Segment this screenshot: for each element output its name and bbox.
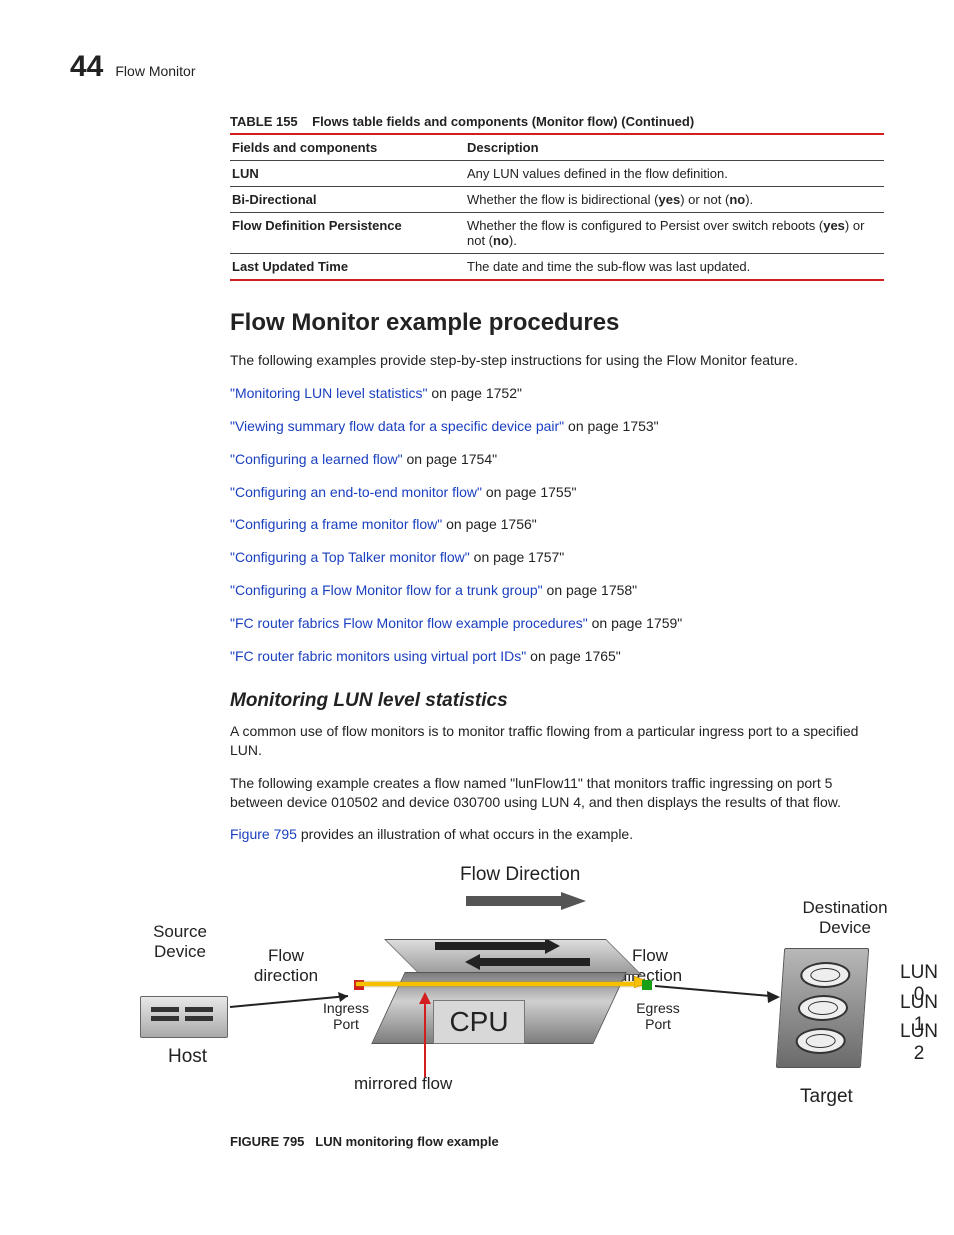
arrow-right-icon: [466, 892, 586, 910]
link-line: "FC router fabrics Flow Monitor flow exa…: [230, 614, 884, 633]
label-mirrored-flow: mirrored flow: [354, 1074, 452, 1094]
destination-device-icon: [776, 948, 869, 1068]
table-caption-label: TABLE 155: [230, 114, 298, 129]
field-persistence: Flow Definition Persistence: [230, 213, 465, 254]
table-header-row: Fields and components Description: [230, 134, 884, 161]
col-fields: Fields and components: [230, 134, 465, 161]
label-ingress-port: IngressPort: [316, 1000, 376, 1032]
desc-persistence: Whether the flow is configured to Persis…: [465, 213, 884, 254]
flow-line-icon: [356, 982, 646, 986]
col-description: Description: [465, 134, 884, 161]
table-row: Bi-Directional Whether the flow is bidir…: [230, 187, 884, 213]
link-line: "Configuring a frame monitor flow" on pa…: [230, 515, 884, 534]
link-suffix: on page 1759": [588, 615, 683, 631]
field-lun: LUN: [230, 161, 465, 187]
arrow-switch-to-dest-icon: [655, 982, 780, 1012]
procedures-intro: The following examples provide step-by-s…: [230, 351, 884, 370]
disk-icon: [797, 995, 849, 1021]
table-row: Flow Definition Persistence Whether the …: [230, 213, 884, 254]
disk-icon: [799, 963, 851, 989]
link-line: "Viewing summary flow data for a specifi…: [230, 417, 884, 436]
bold-yes: yes: [823, 218, 845, 233]
text: ).: [509, 233, 517, 248]
text: IngressPort: [323, 1000, 369, 1032]
text: Whether the flow is bidirectional (: [467, 192, 658, 207]
table-caption-text: Flows table fields and components (Monit…: [312, 114, 694, 129]
link-suffix: on page 1758": [543, 582, 638, 598]
egress-port-icon: [642, 980, 652, 990]
bold-no: no: [729, 192, 745, 207]
flows-table: Fields and components Description LUN An…: [230, 133, 884, 281]
xref-link[interactable]: "Configuring a frame monitor flow": [230, 516, 442, 532]
label-flow-direction-top: Flow Direction: [460, 864, 580, 886]
link-line: "Configuring a Top Talker monitor flow" …: [230, 548, 884, 567]
bold-yes: yes: [658, 192, 680, 207]
xref-link[interactable]: "Configuring a Top Talker monitor flow": [230, 549, 470, 565]
text: Whether the flow is configured to Persis…: [467, 218, 823, 233]
link-suffix: on page 1755": [482, 484, 577, 500]
label-target: Target: [800, 1086, 853, 1108]
link-line: "Configuring an end-to-end monitor flow"…: [230, 483, 884, 502]
link-line: "Configuring a Flow Monitor flow for a t…: [230, 581, 884, 600]
text: provides an illustration of what occurs …: [297, 826, 633, 842]
desc-lun: Any LUN values defined in the flow defin…: [465, 161, 884, 187]
label-source-device: SourceDevice: [140, 922, 220, 961]
field-bidirectional: Bi-Directional: [230, 187, 465, 213]
figure-caption-label: FIGURE 795: [230, 1134, 304, 1149]
link-suffix: on page 1754": [403, 451, 498, 467]
link-suffix: on page 1757": [470, 549, 565, 565]
desc-bidirectional: Whether the flow is bidirectional (yes) …: [465, 187, 884, 213]
text: DestinationDevice: [802, 898, 887, 937]
table-row: Last Updated Time The date and time the …: [230, 254, 884, 281]
lun-stats-p2: The following example creates a flow nam…: [230, 774, 884, 812]
desc-updated: The date and time the sub-flow was last …: [465, 254, 884, 281]
xref-link[interactable]: "Monitoring LUN level statistics": [230, 385, 427, 401]
bold-no: no: [493, 233, 509, 248]
table-155: TABLE 155 Flows table fields and compone…: [230, 114, 884, 281]
link-suffix: on page 1752": [427, 385, 522, 401]
table-row: LUN Any LUN values defined in the flow d…: [230, 161, 884, 187]
link-suffix: on page 1753": [564, 418, 659, 434]
lun-stats-p3: Figure 795 provides an illustration of w…: [230, 825, 884, 844]
label-host: Host: [168, 1046, 207, 1068]
cpu-box: CPU: [433, 1000, 525, 1044]
page-header: 44 Flow Monitor: [70, 50, 884, 84]
xref-link[interactable]: "Configuring a learned flow": [230, 451, 403, 467]
table-caption: TABLE 155 Flows table fields and compone…: [230, 114, 884, 129]
figure-xref-link[interactable]: Figure 795: [230, 826, 297, 842]
source-device-icon: [140, 996, 228, 1038]
link-suffix: on page 1756": [442, 516, 537, 532]
header-title: Flow Monitor: [115, 63, 195, 79]
text: ).: [745, 192, 753, 207]
link-line: "Configuring a learned flow" on page 175…: [230, 450, 884, 469]
label-destination-device: DestinationDevice: [780, 898, 910, 937]
subheading-lun-stats: Monitoring LUN level statistics: [230, 690, 884, 712]
cpu-label: CPU: [449, 1006, 508, 1038]
xref-link[interactable]: "Configuring an end-to-end monitor flow": [230, 484, 482, 500]
xref-link[interactable]: "Configuring a Flow Monitor flow for a t…: [230, 582, 543, 598]
text: SourceDevice: [153, 922, 207, 961]
text: Flowdirection: [254, 946, 318, 985]
disk-icon: [794, 1028, 846, 1054]
mirrored-flow-arrow-icon: [410, 992, 440, 1077]
figure-caption-text: LUN monitoring flow example: [315, 1134, 498, 1149]
link-line: "Monitoring LUN level statistics" on pag…: [230, 384, 884, 403]
label-lun2: LUN 2: [900, 1021, 938, 1065]
link-line: "FC router fabric monitors using virtual…: [230, 647, 884, 666]
switch-arrows-icon: [425, 940, 605, 972]
section-heading-procedures: Flow Monitor example procedures: [230, 309, 884, 337]
xref-link[interactable]: "FC router fabrics Flow Monitor flow exa…: [230, 615, 588, 631]
link-suffix: on page 1765": [526, 648, 621, 664]
xref-link[interactable]: "Viewing summary flow data for a specifi…: [230, 418, 564, 434]
text: ) or not (: [680, 192, 729, 207]
figure-caption: FIGURE 795 LUN monitoring flow example: [230, 1134, 884, 1149]
page: 44 Flow Monitor TABLE 155 Flows table fi…: [0, 0, 954, 1209]
label-flow-direction-left: Flowdirection: [246, 946, 326, 985]
figure-795: Flow Direction SourceDevice DestinationD…: [140, 864, 884, 1124]
lun-stats-p1: A common use of flow monitors is to moni…: [230, 722, 884, 760]
page-number: 44: [70, 50, 103, 84]
xref-link[interactable]: "FC router fabric monitors using virtual…: [230, 648, 526, 664]
field-updated: Last Updated Time: [230, 254, 465, 281]
